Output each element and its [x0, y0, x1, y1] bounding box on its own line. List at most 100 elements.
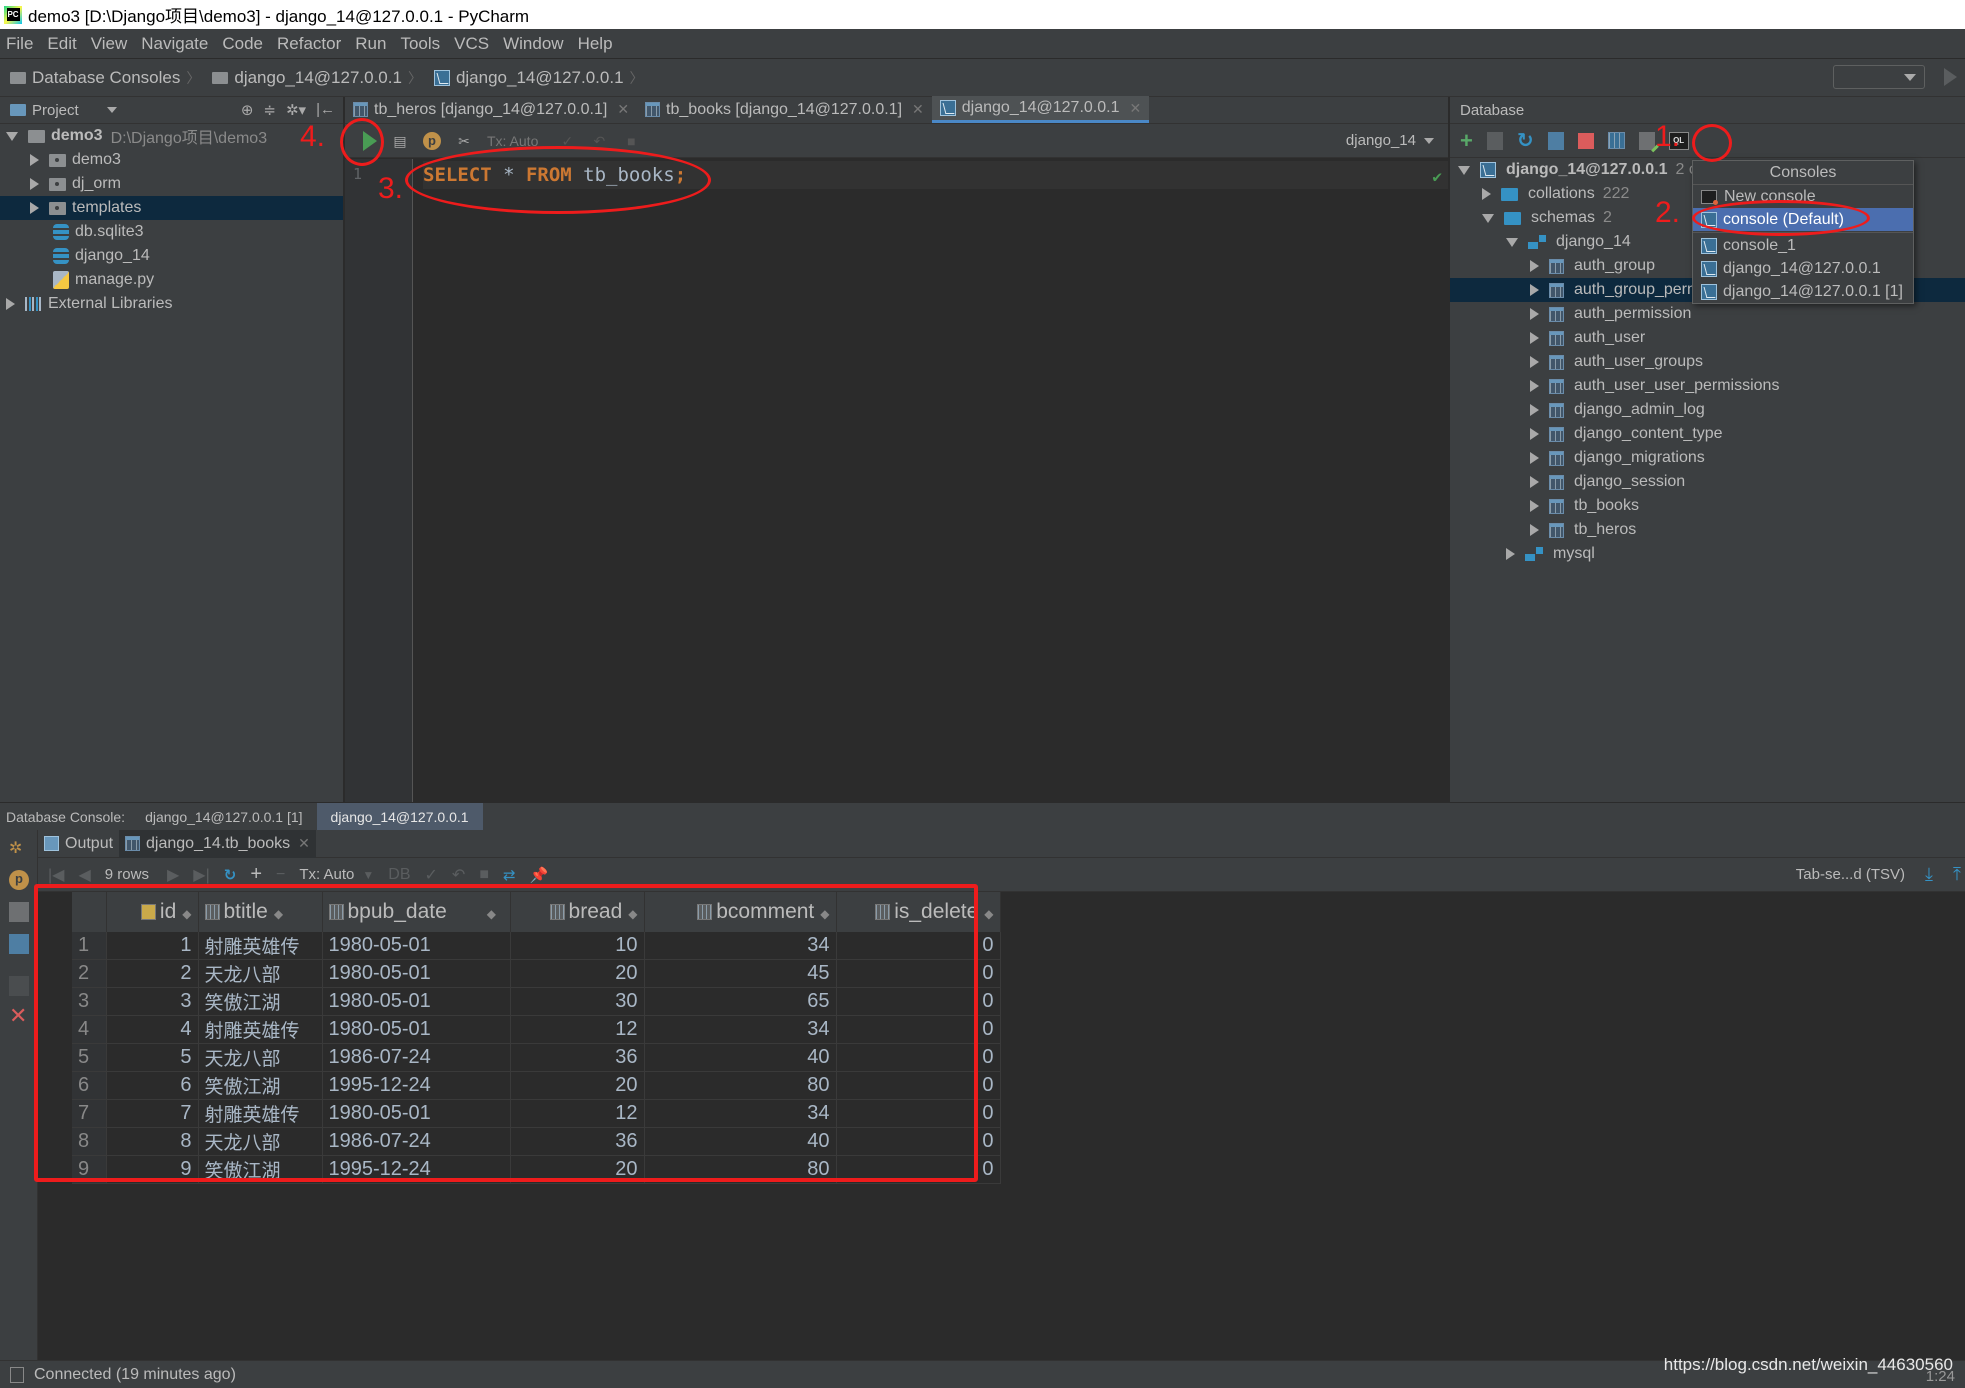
cell-is-delete[interactable]: 0 [836, 1071, 1001, 1100]
commit-icon[interactable]: ✓ [558, 132, 576, 150]
expand-arrow-icon[interactable] [1530, 332, 1539, 344]
tree-table-item[interactable]: tb_heros [1450, 518, 1965, 542]
project-view-selector[interactable]: Project [32, 102, 79, 119]
cell-bcomment[interactable]: 80 [644, 1155, 837, 1184]
cell-btitle[interactable]: 天龙八部 [198, 1127, 323, 1156]
popup-item-console-1[interactable]: console_1 [1693, 234, 1913, 257]
column-header-id[interactable]: id ◆ [106, 892, 199, 932]
tree-table-item[interactable]: django_session [1450, 470, 1965, 494]
tree-item-django-14[interactable]: django_14 [0, 244, 343, 268]
cell-is-delete[interactable]: 0 [836, 959, 1001, 988]
expand-arrow-icon[interactable] [1530, 308, 1539, 320]
close-icon[interactable]: ✕ [617, 101, 629, 118]
duplicate-icon[interactable] [1486, 131, 1503, 150]
transaction-mode-select[interactable]: Tx: Auto [299, 866, 354, 883]
cell-bcomment[interactable]: 34 [644, 932, 837, 960]
menu-refactor[interactable]: Refactor [277, 34, 341, 54]
expand-arrow-icon[interactable] [1482, 213, 1494, 223]
table-row[interactable]: 8 8 天龙八部 1986-07-24 36 40 0 [72, 1127, 1001, 1156]
menu-file[interactable]: File [6, 34, 33, 54]
tree-item-demo3[interactable]: demo3 [0, 148, 343, 172]
cell-btitle[interactable]: 射雕英雄传 [198, 1099, 323, 1128]
close-icon[interactable]: ✕ [298, 835, 310, 852]
export-format-select[interactable]: Tab-se...d (TSV) [1796, 866, 1905, 883]
column-header-btitle[interactable]: btitle ◆ [198, 892, 323, 932]
cell-id[interactable]: 9 [106, 1155, 199, 1184]
row-number[interactable]: 7 [72, 1099, 107, 1128]
menu-vcs[interactable]: VCS [454, 34, 489, 54]
tree-table-item[interactable]: auth_user [1450, 326, 1965, 350]
sort-icon[interactable]: ◆ [628, 907, 637, 921]
cell-btitle[interactable]: 射雕英雄传 [198, 1015, 323, 1044]
disconnect-icon[interactable] [1577, 132, 1594, 149]
cell-is-delete[interactable]: 0 [836, 1099, 1001, 1128]
row-number[interactable]: 9 [72, 1155, 107, 1184]
expand-arrow-icon[interactable] [1506, 548, 1515, 560]
stop-icon[interactable] [9, 976, 29, 996]
cell-bcomment[interactable]: 40 [644, 1043, 837, 1072]
expand-arrow-icon[interactable] [1530, 404, 1539, 416]
cell-id[interactable]: 5 [106, 1043, 199, 1072]
parameters-icon[interactable]: p [423, 131, 441, 150]
chevron-down-icon[interactable]: ▼ [362, 868, 374, 882]
tree-item-dj-orm[interactable]: dj_orm [0, 172, 343, 196]
pin-icon[interactable]: 📌 [530, 866, 549, 884]
menu-view[interactable]: View [91, 34, 128, 54]
tree-item-external-libraries[interactable]: External Libraries [0, 292, 343, 316]
table-editor-icon[interactable] [1607, 132, 1625, 149]
delete-row-icon[interactable]: − [276, 866, 285, 884]
menu-code[interactable]: Code [222, 34, 263, 54]
expand-arrow-icon[interactable] [6, 131, 18, 141]
cell-id[interactable]: 4 [106, 1015, 199, 1044]
row-number[interactable]: 5 [72, 1043, 107, 1072]
row-number[interactable]: 3 [72, 987, 107, 1016]
cell-is-delete[interactable]: 0 [836, 932, 1001, 960]
add-row-icon[interactable]: + [250, 863, 262, 886]
cell-bcomment[interactable]: 34 [644, 1099, 837, 1128]
execute-button[interactable] [363, 130, 377, 151]
cell-id[interactable]: 7 [106, 1099, 199, 1128]
table-row[interactable]: 6 6 笑傲江湖 1995-12-24 20 80 0 [72, 1071, 1001, 1100]
open-console-button[interactable]: QL [1668, 131, 1689, 150]
sort-icon[interactable]: ◆ [487, 907, 496, 921]
commit-icon[interactable]: ✓ [425, 865, 438, 885]
parameters-icon[interactable]: p [9, 870, 29, 890]
gear-icon[interactable]: ✲▾ [286, 101, 306, 119]
expand-arrow-icon[interactable] [1530, 284, 1539, 296]
expand-arrow-icon[interactable] [1530, 380, 1539, 392]
rollback-icon[interactable]: ↶ [452, 865, 465, 885]
run-icon[interactable] [1944, 68, 1957, 86]
column-header-bpub-date[interactable]: bpub_date ◆ [322, 892, 511, 932]
cell-bpub-date[interactable]: 1995-12-24 [322, 1155, 511, 1184]
cell-bpub-date[interactable]: 1986-07-24 [322, 1043, 511, 1072]
cell-bcomment[interactable]: 40 [644, 1127, 837, 1156]
tree-root[interactable]: demo3 D:\Django项目\demo3 [0, 124, 343, 148]
cell-bpub-date[interactable]: 1980-05-01 [322, 987, 511, 1016]
cell-bpub-date[interactable]: 1986-07-24 [322, 1127, 511, 1156]
cell-is-delete[interactable]: 0 [836, 1155, 1001, 1184]
schema-select[interactable]: django_14 [1346, 132, 1434, 149]
cell-bread[interactable]: 12 [510, 1015, 645, 1044]
datasource-properties-icon[interactable] [1547, 131, 1564, 150]
tree-table-item[interactable]: auth_user_groups [1450, 350, 1965, 374]
close-icon[interactable]: ✕ [9, 1005, 29, 1027]
row-number[interactable]: 1 [72, 932, 107, 960]
stop-icon[interactable]: ■ [622, 132, 640, 150]
row-number[interactable]: 6 [72, 1071, 107, 1100]
row-number[interactable]: 8 [72, 1127, 107, 1156]
run-configuration-select[interactable] [1833, 65, 1925, 89]
hide-panel-icon[interactable]: |← [316, 101, 335, 119]
query-history-icon[interactable]: ▤ [391, 132, 409, 150]
row-number[interactable]: 2 [72, 959, 107, 988]
close-icon[interactable]: ✕ [912, 101, 924, 118]
tree-table-item[interactable]: auth_user_user_permissions [1450, 374, 1965, 398]
cell-bcomment[interactable]: 65 [644, 987, 837, 1016]
popup-item-new-console[interactable]: New console [1693, 185, 1913, 208]
expand-arrow-icon[interactable] [1530, 260, 1539, 272]
cell-btitle[interactable]: 笑傲江湖 [198, 1155, 323, 1184]
expand-arrow-icon[interactable] [30, 154, 39, 166]
expand-arrow-icon[interactable] [30, 178, 39, 190]
cell-is-delete[interactable]: 0 [836, 987, 1001, 1016]
tab-output[interactable]: Output [38, 830, 119, 858]
cell-id[interactable]: 2 [106, 959, 199, 988]
